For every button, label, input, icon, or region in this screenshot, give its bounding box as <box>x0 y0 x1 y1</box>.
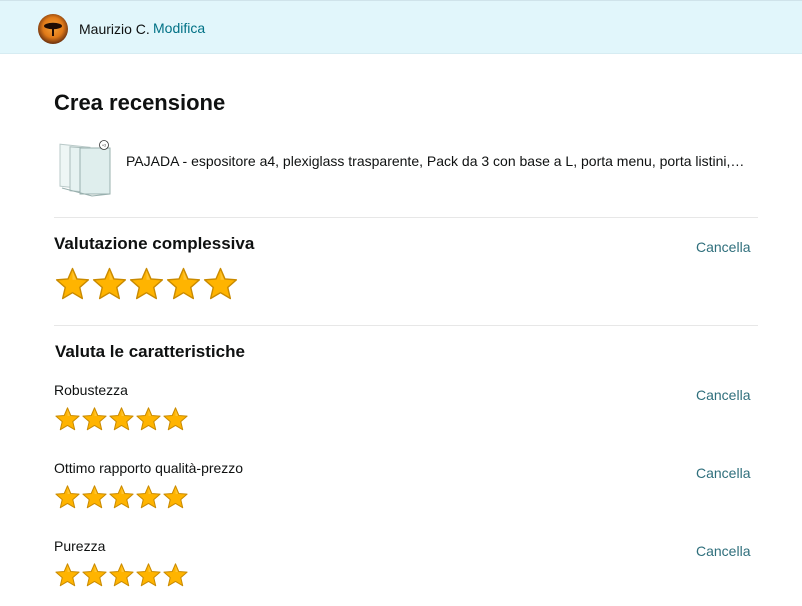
star-icon[interactable] <box>135 562 162 589</box>
star-icon[interactable] <box>91 266 128 303</box>
divider <box>54 217 758 218</box>
clear-overall-rating-link[interactable]: Cancella <box>696 239 750 255</box>
clear-purezza-rating-link[interactable]: Cancella <box>696 543 750 559</box>
rapporto-qualita-prezzo-star-rating[interactable] <box>54 484 189 511</box>
star-icon[interactable] <box>162 406 189 433</box>
star-icon[interactable] <box>54 484 81 511</box>
star-icon[interactable] <box>108 406 135 433</box>
tree-silhouette-icon <box>44 22 62 36</box>
svg-text:×3: ×3 <box>102 144 106 148</box>
purezza-star-rating[interactable] <box>54 562 189 589</box>
star-icon[interactable] <box>81 406 108 433</box>
star-icon[interactable] <box>81 484 108 511</box>
features-title: Valuta le caratteristiche <box>55 342 245 361</box>
feature-label-robustezza: Robustezza <box>54 382 128 398</box>
clear-rapporto-qualita-prezzo-rating-link[interactable]: Cancella <box>696 465 750 481</box>
avatar[interactable] <box>38 14 68 44</box>
product-image: ×3 <box>59 140 111 197</box>
star-icon[interactable] <box>54 406 81 433</box>
overall-rating-title: Valutazione complessiva <box>54 234 255 253</box>
user-name: Maurizio C. <box>79 21 150 37</box>
star-icon[interactable] <box>108 484 135 511</box>
star-icon[interactable] <box>54 266 91 303</box>
star-icon[interactable] <box>202 266 239 303</box>
feature-label-rapporto-qualita-prezzo: Ottimo rapporto qualità-prezzo <box>54 460 244 476</box>
feature-label-purezza: Purezza <box>54 538 106 554</box>
star-icon[interactable] <box>135 484 162 511</box>
edit-profile-link[interactable]: Modifica <box>153 20 205 36</box>
star-icon[interactable] <box>81 562 108 589</box>
star-icon[interactable] <box>128 266 165 303</box>
star-icon[interactable] <box>135 406 162 433</box>
star-icon[interactable] <box>162 484 189 511</box>
clear-robustezza-rating-link[interactable]: Cancella <box>696 387 750 403</box>
star-icon[interactable] <box>162 562 189 589</box>
page-title: Crea recensione <box>54 90 226 115</box>
profile-bar: Maurizio C. Modifica <box>0 0 802 54</box>
star-icon[interactable] <box>165 266 202 303</box>
divider <box>54 325 758 326</box>
overall-star-rating[interactable] <box>54 266 239 303</box>
product-title[interactable]: PAJADA - espositore a4, plexiglass trasp… <box>126 153 756 169</box>
star-icon[interactable] <box>54 562 81 589</box>
star-icon[interactable] <box>108 562 135 589</box>
robustezza-star-rating[interactable] <box>54 406 189 433</box>
